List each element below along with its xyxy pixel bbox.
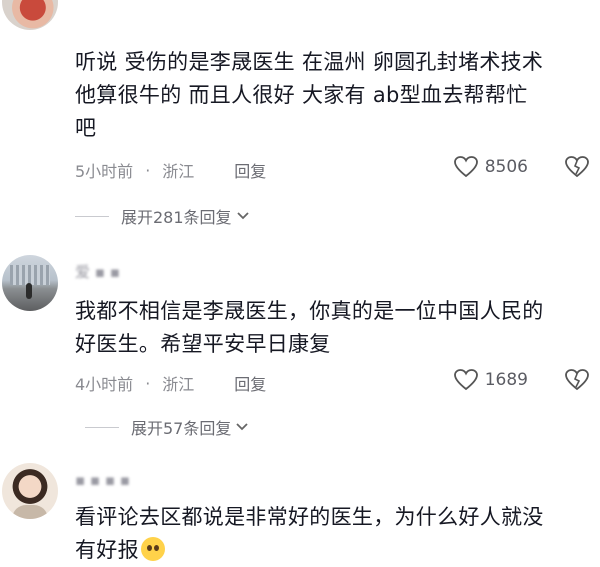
like-count: 8506 [484,157,528,177]
comment-line: 我都不相信是李晟医生，你真的是一位中国人民的 [75,299,544,323]
heart-outline-icon [453,369,478,391]
expand-replies[interactable]: 展开281条回复 [75,204,250,228]
location: 浙江 [162,375,195,394]
comment-text: 看评论去区都说是非常好的医生，为什么好人就没 有好报 [75,501,576,567]
dislike-button[interactable] [564,368,590,396]
comment-meta: 4小时前 · 浙江 回复 [75,371,266,395]
divider-line [85,426,119,428]
reply-button[interactable]: 回复 [234,371,266,395]
comment-line-with-emoji: 有好报 [75,534,576,567]
username[interactable]: ▪ ▪ ▪ ▪ [75,471,130,489]
comment-line: 吧 [75,116,97,140]
comment-line: 有好报 [75,538,139,562]
comment-text: 我都不相信是李晟医生，你真的是一位中国人民的 好医生。希望平安早日康复 [75,295,576,361]
expand-replies-label: 展开57条回复 [131,419,232,438]
avatar-building [10,265,50,285]
comment-line: 好医生。希望平安早日康复 [75,332,331,356]
divider-line [75,215,109,217]
avatar[interactable] [2,463,58,519]
avatar[interactable] [2,255,58,311]
broken-heart-icon [565,156,589,178]
reply-button[interactable]: 回复 [234,158,266,182]
username[interactable]: 爱 ▪ ▪ [75,261,120,282]
avatar-person [26,283,32,299]
comment-line: 看评论去区都说是非常好的医生，为什么好人就没 [75,505,544,529]
broken-heart-icon [565,369,589,391]
comment-text: 听说 受伤的是李晟医生 在温州 卵圆孔封堵术技术 他算很牛的 而且人很好 大家有… [75,46,576,145]
heart-outline-icon [453,156,478,178]
comment-meta: 5小时前 · 浙江 回复 [75,158,266,182]
location: 浙江 [162,162,195,181]
chevron-down-icon [236,212,249,220]
like-button[interactable]: 1689 [453,368,528,392]
separator-dot: · [145,160,151,180]
expand-replies-label: 展开281条回复 [121,208,232,227]
chevron-down-icon [236,423,249,431]
timestamp: 4小时前 [75,375,134,394]
avatar-shoulders [12,505,48,519]
like-count: 1689 [484,370,528,390]
pleading-face-emoji [140,537,165,561]
like-button[interactable]: 8506 [453,155,528,179]
dislike-button[interactable] [564,155,590,183]
expand-replies[interactable]: 展开57条回复 [85,415,249,439]
comment-line: 听说 受伤的是李晟医生 在温州 卵圆孔封堵术技术 [75,50,544,74]
comment-line: 他算很牛的 而且人很好 大家有 ab型血去帮帮忙 [75,83,528,107]
avatar[interactable] [2,0,58,30]
timestamp: 5小时前 [75,162,134,181]
separator-dot: · [145,373,151,393]
